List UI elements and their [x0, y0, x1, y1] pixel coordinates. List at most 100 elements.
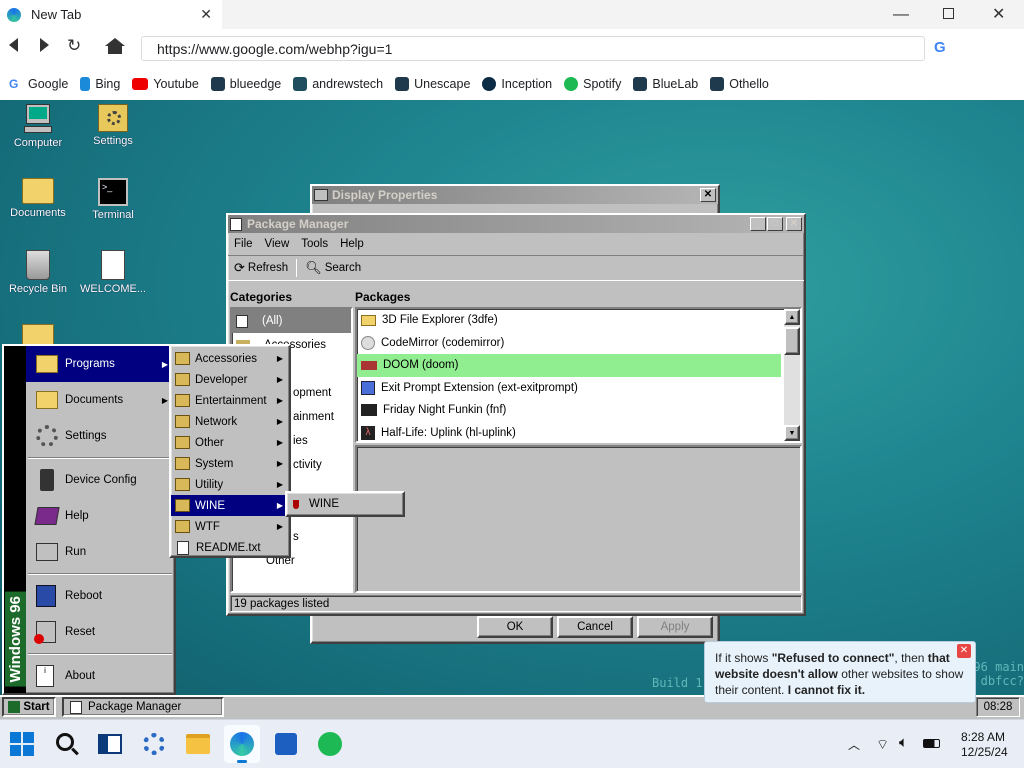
desktop-icon-computer[interactable]: Computer [0, 104, 76, 149]
start-item-reset[interactable]: Reset [26, 614, 174, 650]
window-restore-button[interactable] [943, 8, 954, 19]
desktop-folder-icon-partial[interactable] [22, 324, 54, 346]
bookmark-unescape[interactable]: Unescape [395, 76, 470, 91]
search-button[interactable]: 🔍︎ Search [305, 260, 361, 276]
start-item-documents[interactable]: Documents ▶ [26, 382, 174, 418]
start-item-run[interactable]: Run [26, 534, 174, 570]
package-item[interactable]: λ Half-Life: Uplink (hl-uplink) [357, 422, 800, 442]
desktop-icon-settings[interactable]: Settings [75, 104, 151, 147]
menu-view[interactable]: View [265, 238, 290, 250]
scroll-down-button[interactable]: ▼ [784, 425, 800, 441]
package-item-selected[interactable]: DOOM (doom) [357, 354, 781, 377]
package-item[interactable]: 3D File Explorer (3dfe) [357, 309, 800, 332]
windows-start-icon[interactable] [10, 732, 34, 756]
reload-icon[interactable]: ↻ [67, 36, 81, 56]
package-icon [236, 314, 248, 328]
packages-scrollbar[interactable]: ▲ ▼ [784, 309, 800, 441]
bookmark-youtube[interactable]: Youtube [132, 77, 199, 91]
ok-button[interactable]: OK [477, 616, 553, 638]
clock-time[interactable]: 8:28 AM [961, 730, 1005, 744]
bookmark-inception[interactable]: Inception [482, 76, 552, 91]
tab-close-icon[interactable]: ✕ [200, 6, 212, 23]
edge-icon[interactable] [224, 725, 260, 763]
apply-button[interactable]: Apply [637, 616, 713, 638]
file-explorer-icon[interactable] [186, 734, 210, 754]
task-view-icon[interactable] [98, 734, 122, 754]
programs-item-utility[interactable]: Utility ▶ [171, 474, 289, 495]
window-minimize-button[interactable]: — [893, 6, 909, 24]
home-icon[interactable] [105, 38, 125, 54]
package-item[interactable]: Friday Night Funkin (fnf) [357, 399, 800, 422]
bookmark-spotify[interactable]: Spotify [564, 76, 621, 91]
menu-tools[interactable]: Tools [301, 238, 328, 250]
tray-chevron-icon[interactable]: ︿ [848, 736, 860, 753]
package-manager-titlebar[interactable]: Package Manager _ □ ✕ [228, 215, 804, 233]
spotify-icon[interactable] [318, 732, 342, 756]
address-bar[interactable]: https://www.google.com/webhp?igu=1 [141, 36, 925, 61]
programs-item-accessories[interactable]: Accessories ▶ [171, 348, 289, 369]
programs-item-other[interactable]: Other ▶ [171, 432, 289, 453]
start-item-settings[interactable]: Settings [26, 418, 174, 454]
refresh-button[interactable]: ⟳ Refresh [234, 260, 288, 276]
back-icon[interactable] [9, 38, 18, 52]
browser-tab[interactable]: New Tab ✕ [0, 0, 222, 29]
programs-item-readme[interactable]: README.txt [171, 537, 289, 558]
desktop-icon-documents[interactable]: Documents [0, 178, 76, 219]
start-item-device-config[interactable]: Device Config [26, 462, 174, 498]
category-all[interactable]: (All) [232, 309, 351, 333]
pm-close-button[interactable]: ✕ [786, 217, 802, 231]
programs-item-wine[interactable]: WINE ▶ [171, 495, 289, 516]
start-item-about[interactable]: i About [26, 658, 174, 694]
wifi-icon[interactable]: ⌔ [876, 736, 889, 754]
start-button[interactable]: Start [2, 697, 56, 717]
programs-item-entertainment[interactable]: Entertainment ▶ [171, 390, 289, 411]
bookmark-othello[interactable]: Othello [710, 76, 769, 91]
pm-maximize-button[interactable]: □ [767, 217, 783, 231]
scroll-thumb[interactable] [784, 327, 800, 355]
display-properties-close-button[interactable]: ✕ [700, 188, 716, 202]
volume-icon[interactable]: 🔈︎ [899, 734, 908, 751]
taskbar-task-package-manager[interactable]: Package Manager [62, 697, 224, 717]
programs-item-wtf[interactable]: WTF ▶ [171, 516, 289, 537]
settings-gear-icon[interactable] [143, 733, 165, 755]
bookmark-bing[interactable]: Bing [80, 76, 120, 91]
scroll-up-button[interactable]: ▲ [784, 309, 800, 325]
pm-statusbar: 19 packages listed [230, 595, 802, 612]
start-item-reboot[interactable]: Reboot [26, 578, 174, 614]
cancel-button[interactable]: Cancel [557, 616, 633, 638]
pm-minimize-button[interactable]: _ [750, 217, 766, 231]
forward-icon[interactable] [40, 38, 49, 52]
start-item-help[interactable]: Help [26, 498, 174, 534]
start-menu-separator [28, 457, 172, 459]
google-icon[interactable]: G [934, 39, 946, 56]
programs-item-network[interactable]: Network ▶ [171, 411, 289, 432]
menu-file[interactable]: File [234, 238, 253, 250]
computer-icon [23, 104, 53, 134]
start-menu-banner: Windows 96 [4, 346, 26, 693]
recycle-bin-icon [26, 250, 50, 280]
bookmark-blueedge[interactable]: blueedge [210, 76, 281, 91]
store-icon[interactable] [275, 733, 297, 755]
wine-item-wine[interactable]: WINE [287, 493, 403, 515]
search-icon: 🔍︎ [305, 260, 322, 275]
battery-icon[interactable] [923, 739, 940, 748]
programs-item-developer[interactable]: Developer ▶ [171, 369, 289, 390]
bookmark-andrewstech[interactable]: andrewstech [293, 76, 383, 91]
bookmark-bluelab[interactable]: BlueLab [633, 76, 698, 91]
desktop-icon-recycle-bin[interactable]: Recycle Bin [0, 250, 76, 295]
desktop-icon-welcome[interactable]: WELCOME... [75, 250, 151, 295]
menu-help[interactable]: Help [340, 238, 364, 250]
desktop-icon-terminal[interactable]: >_ Terminal [75, 178, 151, 221]
clock-date[interactable]: 12/25/24 [961, 745, 1008, 759]
start-item-programs[interactable]: Programs ▶ [26, 346, 174, 382]
bookmark-google[interactable]: G Google [9, 76, 68, 91]
window-close-button[interactable]: ✕ [992, 4, 1005, 24]
notice-close-button[interactable]: ✕ [957, 644, 971, 658]
programs-item-system[interactable]: System ▶ [171, 453, 289, 474]
package-item[interactable]: CodeMirror (codemirror) [357, 332, 800, 355]
package-item[interactable]: Exit Prompt Extension (ext-exitprompt) [357, 377, 800, 400]
display-properties-titlebar[interactable]: Display Properties ✕ [312, 186, 718, 204]
folder-icon [175, 478, 190, 491]
inception-icon [482, 76, 497, 91]
packages-list[interactable]: 3D File Explorer (3dfe) CodeMirror (code… [355, 307, 802, 443]
